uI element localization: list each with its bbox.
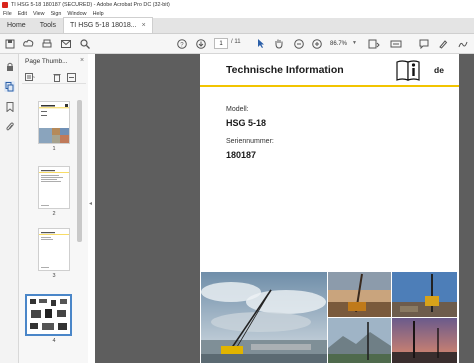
select-cursor-icon[interactable] (255, 37, 267, 50)
tab-bar: Home Tools TI HSG 5-18 18018... × (0, 17, 474, 34)
panel-close-button[interactable]: × (80, 57, 84, 64)
thumbnail-number-3: 3 (52, 273, 56, 279)
menu-file[interactable]: File (3, 11, 12, 17)
menu-help[interactable]: Help (93, 11, 104, 17)
title-bar: TI HSG 5-18 180187 (SECURED) - Adobe Acr… (0, 0, 474, 9)
highlight-pen-icon[interactable] (437, 37, 449, 50)
search-icon[interactable] (79, 37, 91, 50)
page-thumbnail-4[interactable] (25, 294, 72, 336)
serial-value: 180187 (226, 150, 257, 160)
tab-home[interactable]: Home (0, 17, 33, 33)
model-label: Modell: (226, 106, 249, 113)
thumbnail-number-2: 2 (52, 211, 56, 217)
zoom-in-icon[interactable] (311, 37, 323, 50)
photo-rig-dusk (392, 318, 457, 363)
menu-edit[interactable]: Edit (18, 11, 27, 17)
tab-tools[interactable]: Tools (33, 17, 63, 33)
tab-document-label: TI HSG 5-18 18018... (70, 22, 137, 29)
next-page-icon[interactable] (195, 37, 207, 50)
fit-page-icon[interactable] (367, 37, 381, 50)
tab-document[interactable]: TI HSG 5-18 18018... × (63, 17, 153, 33)
thumbnails-scrollbar[interactable] (77, 100, 82, 242)
menu-sign[interactable]: Sign (51, 11, 62, 17)
page-thumbnail-3[interactable] (38, 228, 70, 271)
zoom-dropdown-icon[interactable]: ▼ (352, 40, 357, 46)
model-value: HSG 5-18 (226, 118, 267, 128)
hand-tool-icon[interactable] (273, 37, 285, 50)
language-code: de (434, 65, 444, 75)
page-thumbnails-icon[interactable] (4, 81, 15, 92)
email-icon[interactable] (60, 37, 72, 50)
menu-view[interactable]: View (33, 11, 45, 17)
menu-window[interactable]: Window (67, 11, 86, 17)
panel-title: Page Thumb... (25, 58, 68, 65)
page-thumbnail-1[interactable] (38, 101, 70, 144)
info-book-icon (396, 58, 422, 82)
page-total: / 11 (231, 39, 241, 45)
upload-cloud-icon[interactable] (22, 37, 34, 50)
panel-toolbar (22, 71, 86, 84)
collapse-panel-icon[interactable]: ◂ (89, 200, 92, 207)
save-icon[interactable] (4, 37, 16, 50)
zoom-out-icon[interactable] (293, 37, 305, 50)
thumbnail-options-icon[interactable] (25, 72, 36, 82)
sign-icon[interactable] (457, 37, 469, 50)
delete-page-icon[interactable] (51, 72, 62, 82)
navigation-rail (0, 54, 19, 363)
help-icon[interactable]: ? (176, 37, 188, 50)
thumbnail-number-4: 4 (52, 338, 56, 344)
more-options-icon[interactable] (66, 72, 77, 82)
photo-drill-rig-sunset (328, 272, 391, 317)
window-title: TI HSG 5-18 180187 (SECURED) - Adobe Acr… (11, 1, 170, 8)
photo-rig-mountains (328, 318, 391, 363)
serial-label: Seriennummer: (226, 138, 274, 145)
document-heading: Technische Information (226, 64, 344, 76)
toolbar: ? 1 / 11 86.7% ▼ (0, 34, 474, 54)
bookmark-icon[interactable] (4, 101, 15, 112)
zoom-level-field[interactable]: 86.7% (330, 38, 354, 49)
lock-icon[interactable] (4, 61, 15, 72)
page-thumbnails-panel: Page Thumb... × 1 2 3 4 (19, 54, 88, 363)
photo-crane-harbor (201, 272, 327, 363)
thumbnail-number-1: 1 (52, 146, 56, 152)
tab-close-button[interactable]: × (142, 22, 146, 29)
page-number-input[interactable]: 1 (214, 38, 228, 49)
photo-rig-blue-sky (392, 272, 457, 317)
scroll-mode-icon[interactable] (389, 37, 403, 50)
comment-icon[interactable] (418, 37, 430, 50)
attachment-paperclip-icon[interactable] (4, 121, 15, 132)
acrobat-logo-icon (2, 1, 8, 8)
header-rule (200, 85, 459, 87)
page-thumbnail-2[interactable] (38, 166, 70, 209)
print-icon[interactable] (41, 37, 53, 50)
